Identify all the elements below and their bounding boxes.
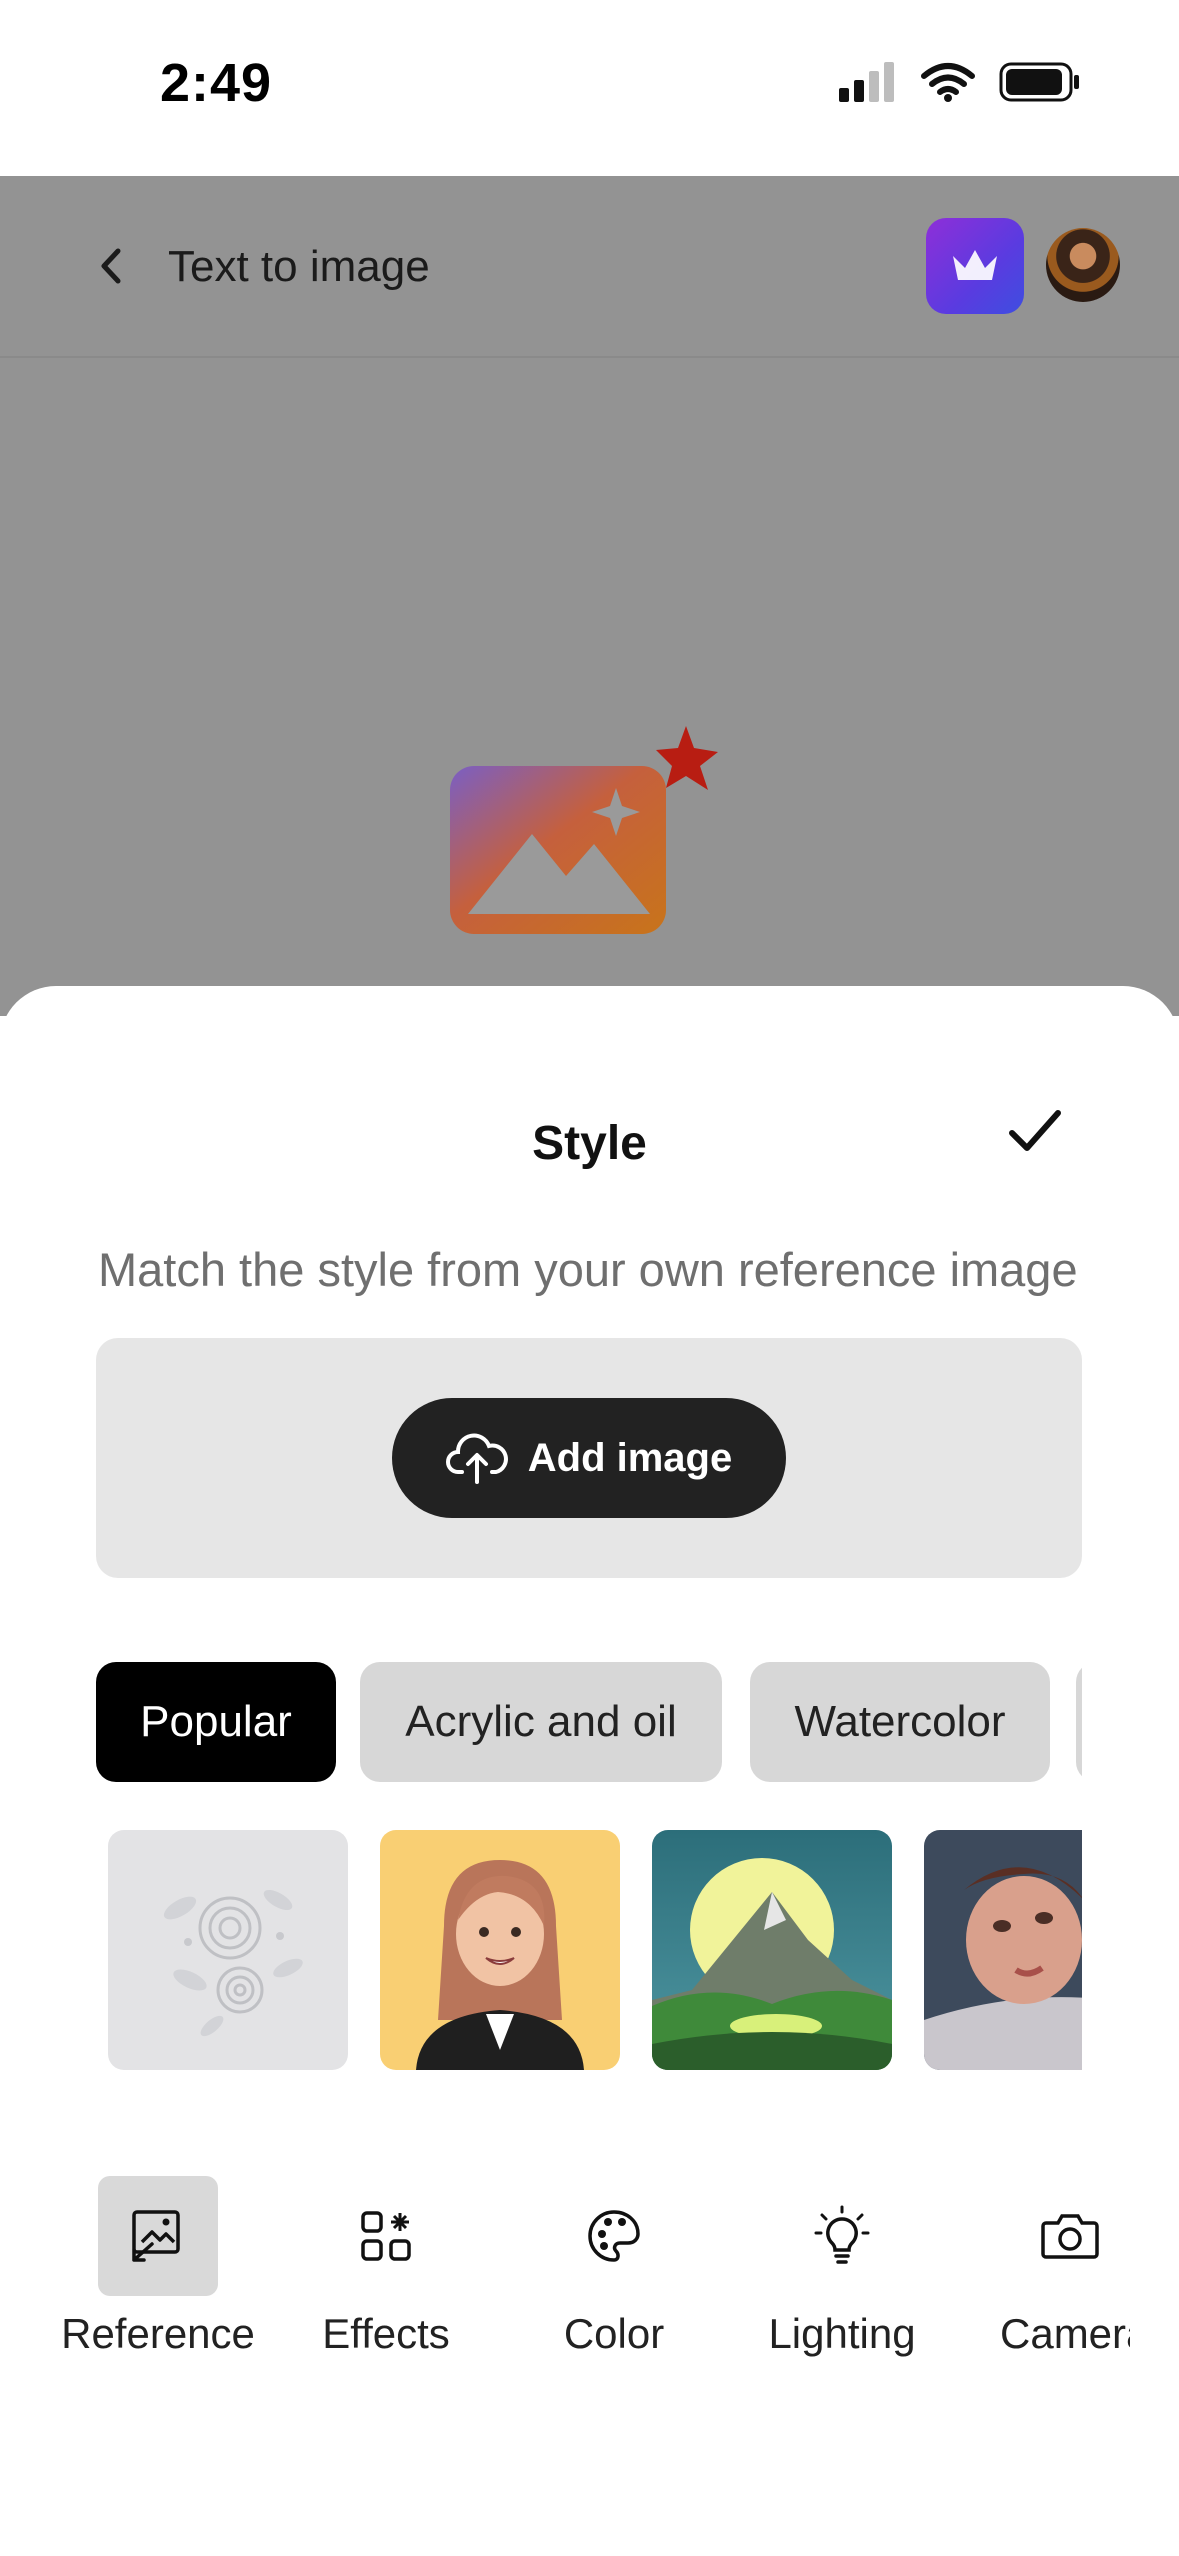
- sheet-subtitle: Match the style from your own reference …: [98, 1243, 1078, 1296]
- tool-icon-container: [326, 2176, 446, 2296]
- style-category-chips: Popular Acrylic and oil Watercolor: [96, 1662, 1082, 1784]
- lightbulb-icon: [814, 2205, 870, 2264]
- effects-grid-icon: [361, 2211, 411, 2261]
- chip-label: Popular: [140, 1697, 292, 1746]
- reference-image-icon: [132, 2210, 180, 2262]
- background-page: Text to image: [0, 176, 1179, 1016]
- premium-button[interactable]: [926, 218, 1024, 314]
- add-image-button[interactable]: Add image: [392, 1398, 786, 1518]
- back-button[interactable]: [86, 236, 136, 296]
- chip-label: Watercolor: [794, 1697, 1006, 1746]
- checkmark-icon: [1009, 1110, 1061, 1151]
- camera-icon: [1041, 2214, 1099, 2259]
- chip-acrylic-and-oil[interactable]: Acrylic and oil: [360, 1662, 722, 1782]
- app-header: Text to image: [0, 176, 1179, 358]
- chip-watercolor[interactable]: Watercolor: [750, 1662, 1050, 1782]
- style-toolbar: Reference Effects Color Lighting Camer: [0, 2176, 1179, 2376]
- confirm-button[interactable]: [1000, 1096, 1070, 1166]
- chip-more[interactable]: [1076, 1662, 1082, 1782]
- battery-icon: [999, 62, 1079, 102]
- style-thumb-low-poly-landscape[interactable]: [652, 1830, 892, 2070]
- portrait-image: [924, 1830, 1082, 2070]
- chip-label: Acrylic and oil: [405, 1697, 677, 1746]
- chevron-left-icon: [101, 248, 121, 284]
- paper-roses-image: [108, 1830, 348, 2070]
- tool-lighting[interactable]: Lighting: [742, 2176, 942, 2376]
- palette-icon: [588, 2210, 640, 2262]
- status-icons: [839, 62, 1081, 102]
- add-image-label: Add image: [527, 1435, 733, 1480]
- style-thumb-portrait-photo[interactable]: [924, 1830, 1082, 2070]
- cloud-upload-icon: [445, 1433, 508, 1484]
- character-image: [380, 1830, 620, 2070]
- reference-upload-area[interactable]: Add image: [96, 1338, 1082, 1578]
- page-title: Text to image: [168, 242, 430, 291]
- user-avatar[interactable]: [1046, 228, 1120, 302]
- landscape-image: [652, 1830, 892, 2070]
- tool-icon-container: [1010, 2176, 1130, 2296]
- tool-camera[interactable]: Camera: [970, 2176, 1130, 2376]
- chip-popular[interactable]: Popular: [96, 1662, 336, 1782]
- tool-reference[interactable]: Reference: [58, 2176, 258, 2376]
- status-time: 2:49: [160, 53, 273, 113]
- tool-icon-container: [98, 2176, 218, 2296]
- style-thumb-paper-roses[interactable]: [108, 1830, 348, 2070]
- tool-label: Reference: [61, 2310, 255, 2357]
- ai-image-icon: [450, 726, 718, 934]
- cellular-signal-icon: [839, 62, 894, 102]
- tool-label: Camera: [1000, 2310, 1130, 2357]
- style-thumb-3d-character[interactable]: [380, 1830, 620, 2070]
- tool-color[interactable]: Color: [514, 2176, 714, 2376]
- status-bar: 2:49: [0, 0, 1179, 176]
- tool-label: Effects: [322, 2310, 450, 2357]
- tool-label: Lighting: [768, 2310, 916, 2357]
- tool-icon-container: [782, 2176, 902, 2296]
- crown-icon: [953, 250, 997, 280]
- style-sheet: Style Match the style from your own refe…: [0, 986, 1179, 2556]
- style-thumbnails: [96, 1830, 1082, 2074]
- image-generation-illustration: [446, 726, 736, 961]
- tool-effects[interactable]: Effects: [286, 2176, 486, 2376]
- tool-icon-container: [554, 2176, 674, 2296]
- wifi-icon: [921, 63, 975, 102]
- tool-label: Color: [563, 2310, 665, 2357]
